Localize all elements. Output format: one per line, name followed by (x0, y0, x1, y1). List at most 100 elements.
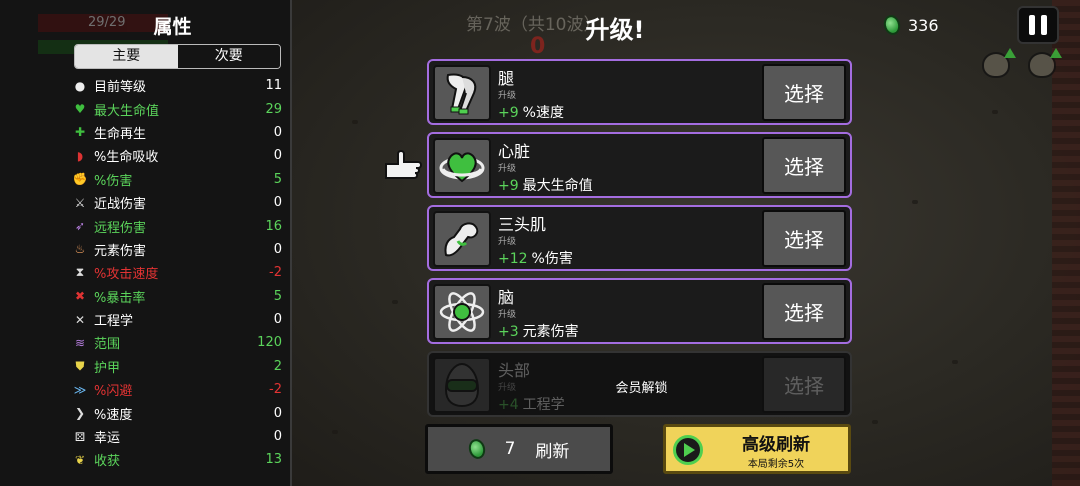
arrow-up-icon (1050, 48, 1062, 58)
arm-icon (433, 211, 491, 267)
regen-icon: ✚ (74, 125, 86, 140)
premium-reroll-button[interactable]: 高级刷新 本局剩余5次 (663, 424, 851, 474)
stat-row[interactable]: ♥ 最大生命值 29 (70, 97, 282, 120)
stat-row[interactable]: ✕ 工程学 0 (70, 308, 282, 331)
stats-panel: 29/29 属性 主要 次要 ● 目前等级 11 ♥ 最大生命值 29 ✚ 生命再生 0 ◗ %生命… (0, 0, 292, 486)
level-icon: ● (74, 78, 86, 93)
stat-value: 16 (265, 218, 282, 234)
stat-row[interactable]: ⛊ 护甲 2 (70, 355, 282, 378)
dodge-icon: ≫ (73, 382, 87, 397)
ranged-icon: ➶ (74, 219, 86, 234)
stat-row[interactable]: ⧗ %攻击速度 -2 (70, 261, 282, 284)
stat-value: 0 (273, 405, 282, 421)
stat-value: 120 (257, 335, 282, 351)
melee-icon: ⚔ (74, 195, 86, 210)
reroll-label: 刷新 (535, 441, 570, 462)
stat-row[interactable]: ≋ 范围 120 (70, 331, 282, 354)
stat-value: 5 (273, 288, 282, 304)
choose-button[interactable]: 选择 (762, 210, 846, 267)
upgrade-card-head-locked: 头部 升级 +4 工程学 选择 会员解锁 (427, 351, 852, 417)
stat-value: 13 (265, 452, 282, 468)
stat-value: 29 (265, 101, 282, 117)
atom-icon (433, 284, 491, 340)
wrench-icon: ✕ (74, 312, 86, 327)
upgrade-type: 升级 (498, 91, 517, 101)
stat-name: %伤害 (94, 173, 133, 189)
stat-name: 工程学 (94, 314, 134, 330)
stat-name: 元素伤害 (94, 243, 147, 259)
stat-name: 最大生命值 (94, 103, 160, 119)
material-icon (466, 437, 487, 461)
stat-value: -2 (269, 382, 282, 398)
stat-name: %生命吸收 (94, 150, 159, 166)
stat-row[interactable]: ◗ %生命吸收 0 (70, 144, 282, 167)
stat-value: -2 (269, 265, 282, 281)
stat-value: 0 (273, 312, 282, 328)
stat-row[interactable]: ✖ %暴击率 5 (70, 285, 282, 308)
stat-name: 护甲 (94, 360, 121, 376)
range-icon: ≋ (74, 335, 86, 350)
stat-row[interactable]: ✊ %伤害 5 (70, 168, 282, 191)
stat-name: 收获 (94, 454, 121, 470)
upgrade-effect: +3 元素伤害 (498, 324, 579, 340)
stat-row[interactable]: ⚄ 幸运 0 (70, 425, 282, 448)
stat-name: 生命再生 (94, 126, 147, 142)
stat-row[interactable]: ➶ 远程伤害 16 (70, 214, 282, 237)
stat-name: 远程伤害 (94, 220, 147, 236)
choose-button[interactable]: 选择 (762, 64, 846, 121)
stat-name: 目前等级 (94, 80, 147, 96)
upgrade-card-legs: 腿 升级 +9 %速度 选择 (427, 59, 852, 125)
stat-name: 范围 (94, 337, 121, 353)
premium-remaining: 本局剩余5次 (747, 459, 805, 470)
stat-name: %速度 (94, 407, 133, 423)
leg-icon (433, 65, 491, 121)
stat-row[interactable]: ● 目前等级 11 (70, 74, 282, 97)
page-title: 升级! (585, 16, 645, 44)
upgrade-effect: +4 工程学 (498, 397, 565, 413)
armor-icon: ⛊ (75, 358, 85, 373)
upgrade-card-triceps: 三头肌 升级 +12 %伤害 选择 (427, 205, 852, 271)
harvest-icon: ❦ (74, 452, 86, 467)
choose-button[interactable]: 选择 (762, 137, 846, 194)
stat-row[interactable]: ❦ 收获 13 (70, 448, 282, 471)
stat-value: 11 (265, 78, 282, 94)
pause-button[interactable] (1017, 6, 1059, 44)
arena-border (1052, 0, 1080, 486)
upgrade-name: 脑 (498, 288, 515, 307)
upgrade-name: 三头肌 (498, 215, 547, 234)
heart-icon: ♥ (74, 102, 86, 117)
panel-title: 属性 (153, 16, 192, 38)
member-unlock-label[interactable]: 会员解锁 (429, 377, 854, 396)
reroll-button[interactable]: 7 刷新 (425, 424, 613, 474)
stat-value: 0 (273, 241, 282, 257)
stat-row[interactable]: ≫ %闪避 -2 (70, 378, 282, 401)
materials-value: 336 (908, 15, 939, 35)
upgrade-effect: +12 %伤害 (498, 251, 573, 267)
upgrade-card-brain: 脑 升级 +3 元素伤害 选择 (427, 278, 852, 344)
stat-name: %闪避 (94, 384, 133, 400)
upgrade-type: 升级 (498, 237, 517, 247)
arrow-up-icon (1004, 48, 1016, 58)
stat-name: 幸运 (94, 431, 121, 447)
crit-icon: ✖ (74, 289, 86, 304)
stats-tabs: 主要 次要 (74, 44, 281, 69)
stats-list: ● 目前等级 11 ♥ 最大生命值 29 ✚ 生命再生 0 ◗ %生命吸收 0 ✊ %伤害 5 ⚔ 近战伤害 0 ➶… (70, 74, 282, 472)
stat-row[interactable]: ❯ %速度 0 (70, 401, 282, 424)
play-video-icon (673, 435, 703, 465)
stat-value: 0 (273, 195, 282, 211)
stat-value: 0 (273, 124, 282, 140)
damage-number: 0 (530, 34, 546, 59)
upgrade-name: 腿 (498, 69, 515, 88)
heart-ring-icon (433, 138, 491, 194)
stat-name: %暴击率 (94, 290, 146, 306)
pointing-hand-icon (385, 150, 422, 179)
choose-button[interactable]: 选择 (762, 283, 846, 340)
tab-primary[interactable]: 主要 (75, 45, 178, 68)
stat-name: 近战伤害 (94, 197, 147, 213)
stat-row[interactable]: ✚ 生命再生 0 (70, 121, 282, 144)
stat-row[interactable]: ♨ 元素伤害 0 (70, 238, 282, 261)
stat-row[interactable]: ⚔ 近战伤害 0 (70, 191, 282, 214)
tab-secondary[interactable]: 次要 (177, 45, 280, 68)
materials-counter: 336 (881, 13, 939, 37)
lifesteal-icon: ◗ (76, 148, 84, 163)
